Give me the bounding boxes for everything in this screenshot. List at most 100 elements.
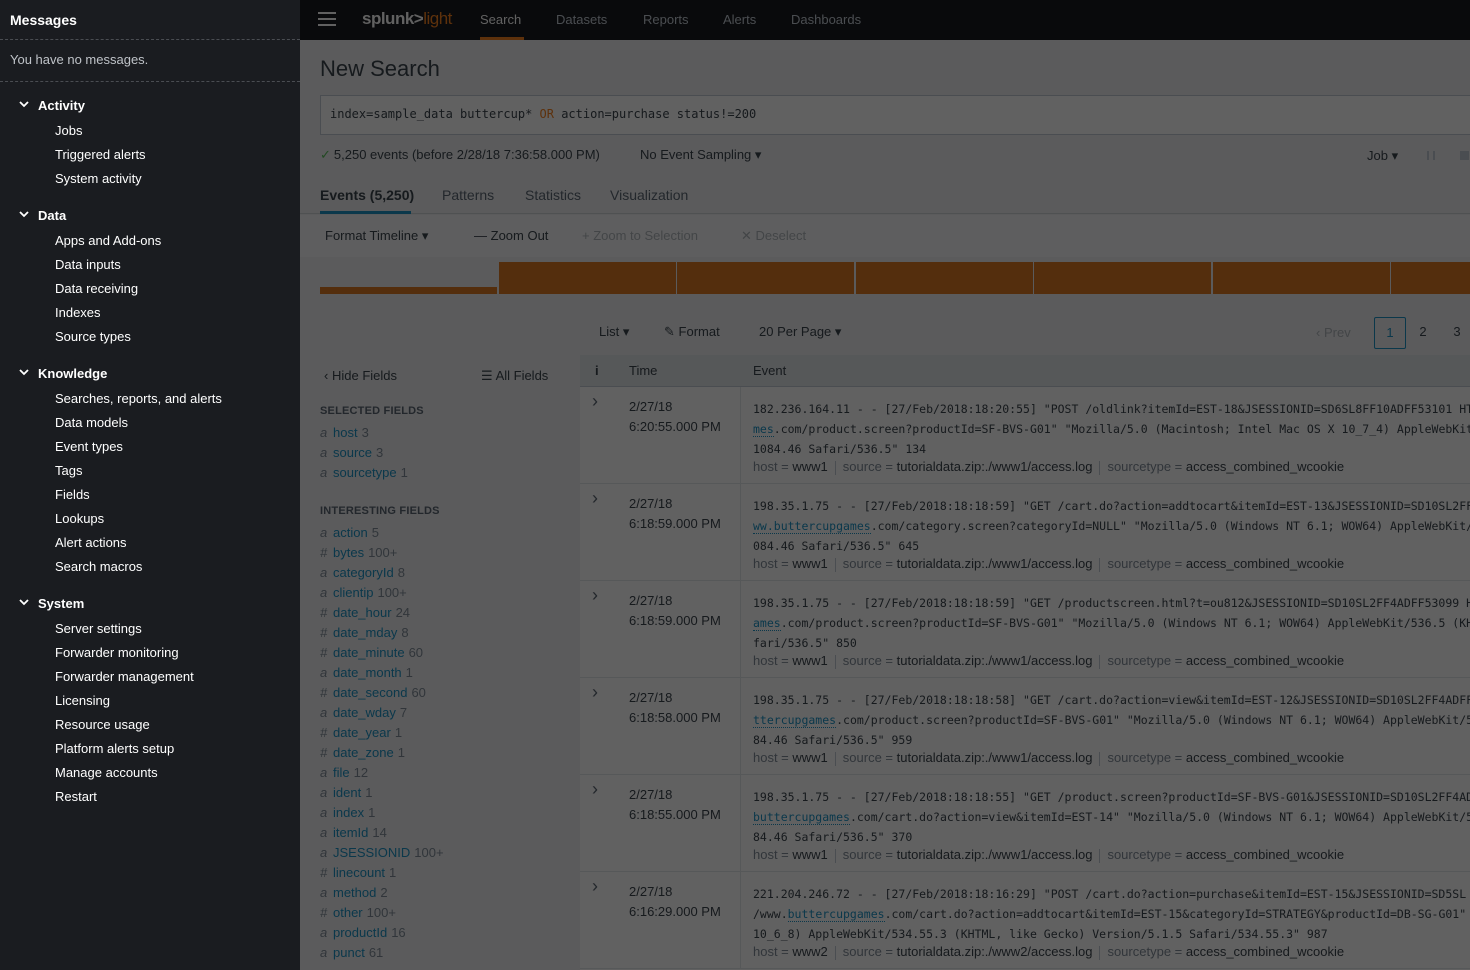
field-value-host[interactable]: www1 <box>792 653 827 668</box>
search-term-highlight[interactable]: buttercupgames <box>787 907 885 922</box>
expand-chevron-icon[interactable]: › <box>592 779 598 800</box>
field-productid[interactable]: a productId 16 <box>320 923 444 943</box>
field-date-hour[interactable]: # date_hour 24 <box>320 603 444 623</box>
menu-item-fields[interactable]: Fields <box>0 483 300 507</box>
menu-item-alert-actions[interactable]: Alert actions <box>0 531 300 555</box>
field-action[interactable]: a action 5 <box>320 523 444 543</box>
search-term-highlight[interactable]: buttercupgames <box>753 810 850 825</box>
field-date-month[interactable]: a date_month 1 <box>320 663 444 683</box>
menu-item-searches-reports-and-alerts[interactable]: Searches, reports, and alerts <box>0 387 300 411</box>
search-term-highlight[interactable]: mes <box>753 422 774 437</box>
tab-visualization[interactable]: Visualization <box>610 187 688 203</box>
menu-item-system-activity[interactable]: System activity <box>0 167 300 191</box>
field-value-host[interactable]: www1 <box>792 750 827 765</box>
expand-chevron-icon[interactable]: › <box>592 585 598 606</box>
menu-item-restart[interactable]: Restart <box>0 785 300 809</box>
section-heading-system[interactable]: System <box>0 593 300 613</box>
zoom-to-selection-button[interactable]: + Zoom to Selection <box>582 228 698 243</box>
event-raw-text[interactable]: 221.204.246.72 - - [27/Feb/2018:18:16:29… <box>753 884 1470 944</box>
event-raw-text[interactable]: 182.236.164.11 - - [27/Feb/2018:18:20:55… <box>753 399 1470 459</box>
field-date-minute[interactable]: # date_minute 60 <box>320 643 444 663</box>
menu-item-platform-alerts-setup[interactable]: Platform alerts setup <box>0 737 300 761</box>
stop-icon[interactable] <box>1460 151 1469 160</box>
field-value-host[interactable]: www1 <box>792 459 827 474</box>
field-method[interactable]: a method 2 <box>320 883 444 903</box>
field-value-source[interactable]: tutorialdata.zip:./www1/access.log <box>897 459 1093 474</box>
nav-tab-reports[interactable]: Reports <box>643 12 689 27</box>
search-input[interactable]: index=sample_data buttercup* OR action=p… <box>320 95 1470 135</box>
tab-events[interactable]: Events (5,250) <box>320 187 414 203</box>
menu-item-triggered-alerts[interactable]: Triggered alerts <box>0 143 300 167</box>
field-sourcetype[interactable]: a sourcetype 1 <box>320 463 408 483</box>
time-column-header[interactable]: Time <box>629 363 657 378</box>
event-raw-text[interactable]: 198.35.1.75 - - [27/Feb/2018:18:18:59] "… <box>753 496 1470 556</box>
menu-item-resource-usage[interactable]: Resource usage <box>0 713 300 737</box>
menu-item-data-models[interactable]: Data models <box>0 411 300 435</box>
nav-tab-datasets[interactable]: Datasets <box>556 12 607 27</box>
menu-item-server-settings[interactable]: Server settings <box>0 617 300 641</box>
field-value-source[interactable]: tutorialdata.zip:./www1/access.log <box>897 750 1093 765</box>
zoom-out-button[interactable]: — Zoom Out <box>474 228 548 243</box>
search-term-highlight[interactable]: ames <box>753 616 781 631</box>
search-term-highlight[interactable]: ww.buttercupgames <box>753 519 871 534</box>
expand-chevron-icon[interactable]: › <box>592 488 598 509</box>
search-term-highlight[interactable]: ttercupgames <box>753 713 837 728</box>
section-heading-data[interactable]: Data <box>0 205 300 225</box>
field-value-sourcetype[interactable]: access_combined_wcookie <box>1186 653 1344 668</box>
prev-page-button[interactable]: ‹ Prev <box>1316 325 1351 340</box>
event-raw-text[interactable]: 198.35.1.75 - - [27/Feb/2018:18:18:59] "… <box>753 593 1470 653</box>
tab-statistics[interactable]: Statistics <box>525 187 581 203</box>
field-value-source[interactable]: tutorialdata.zip:./www2/access.log <box>897 944 1093 959</box>
nav-tab-alerts[interactable]: Alerts <box>723 12 756 27</box>
all-fields-button[interactable]: ☰ All Fields <box>481 368 548 384</box>
field-date-mday[interactable]: # date_mday 8 <box>320 623 444 643</box>
menu-item-jobs[interactable]: Jobs <box>0 119 300 143</box>
field-value-sourcetype[interactable]: access_combined_wcookie <box>1186 944 1344 959</box>
field-value-source[interactable]: tutorialdata.zip:./www1/access.log <box>897 653 1093 668</box>
field-value-host[interactable]: www1 <box>792 847 827 862</box>
menu-item-forwarder-management[interactable]: Forwarder management <box>0 665 300 689</box>
expand-chevron-icon[interactable]: › <box>592 391 598 412</box>
splunk-logo[interactable]: splunk>light <box>362 9 452 29</box>
field-value-sourcetype[interactable]: access_combined_wcookie <box>1186 847 1344 862</box>
pause-icon[interactable] <box>1427 151 1435 160</box>
section-heading-knowledge[interactable]: Knowledge <box>0 363 300 383</box>
event-raw-text[interactable]: 198.35.1.75 - - [27/Feb/2018:18:18:58] "… <box>753 690 1470 750</box>
field-value-source[interactable]: tutorialdata.zip:./www1/access.log <box>897 847 1093 862</box>
menu-item-licensing[interactable]: Licensing <box>0 689 300 713</box>
nav-tab-dashboards[interactable]: Dashboards <box>791 12 861 27</box>
event-timeline[interactable] <box>320 262 1470 294</box>
expand-chevron-icon[interactable]: › <box>592 682 598 703</box>
field-other[interactable]: # other 100+ <box>320 903 444 923</box>
field-value-host[interactable]: www1 <box>792 556 827 571</box>
menu-item-source-types[interactable]: Source types <box>0 325 300 349</box>
field-clientip[interactable]: a clientip 100+ <box>320 583 444 603</box>
field-value-sourcetype[interactable]: access_combined_wcookie <box>1186 459 1344 474</box>
field-date-year[interactable]: # date_year 1 <box>320 723 444 743</box>
field-value-host[interactable]: www2 <box>792 944 827 959</box>
field-value-sourcetype[interactable]: access_combined_wcookie <box>1186 750 1344 765</box>
menu-item-data-receiving[interactable]: Data receiving <box>0 277 300 301</box>
field-bytes[interactable]: # bytes 100+ <box>320 543 444 563</box>
menu-item-event-types[interactable]: Event types <box>0 435 300 459</box>
field-value-sourcetype[interactable]: access_combined_wcookie <box>1186 556 1344 571</box>
deselect-button[interactable]: ✕ Deselect <box>741 228 806 244</box>
field-linecount[interactable]: # linecount 1 <box>320 863 444 883</box>
menu-item-lookups[interactable]: Lookups <box>0 507 300 531</box>
expand-chevron-icon[interactable]: › <box>592 876 598 897</box>
job-menu[interactable]: Job ▾ <box>1367 148 1398 164</box>
field-categoryid[interactable]: a categoryId 8 <box>320 563 444 583</box>
menu-item-indexes[interactable]: Indexes <box>0 301 300 325</box>
nav-tab-search[interactable]: Search <box>480 12 521 27</box>
field-file[interactable]: a file 12 <box>320 763 444 783</box>
menu-item-tags[interactable]: Tags <box>0 459 300 483</box>
field-date-zone[interactable]: # date_zone 1 <box>320 743 444 763</box>
field-index[interactable]: a index 1 <box>320 803 444 823</box>
menu-item-data-inputs[interactable]: Data inputs <box>0 253 300 277</box>
event-sampling-dropdown[interactable]: No Event Sampling ▾ <box>640 147 761 163</box>
section-heading-activity[interactable]: Activity <box>0 95 300 115</box>
field-value-source[interactable]: tutorialdata.zip:./www1/access.log <box>897 556 1093 571</box>
menu-item-forwarder-monitoring[interactable]: Forwarder monitoring <box>0 641 300 665</box>
hide-fields-button[interactable]: ‹ Hide Fields <box>324 368 397 383</box>
per-page-dropdown[interactable]: 20 Per Page ▾ <box>759 324 841 340</box>
